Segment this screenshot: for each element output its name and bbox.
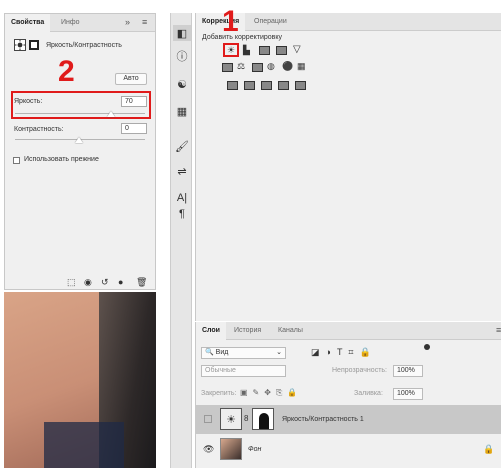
fill-input[interactable]: 100% bbox=[393, 388, 423, 400]
chevron-down-icon: ⌄ bbox=[276, 349, 282, 356]
contrast-slider-thumb[interactable] bbox=[75, 137, 83, 143]
reset-icon[interactable]: ↺ bbox=[101, 277, 109, 288]
opacity-input[interactable]: 100% bbox=[393, 365, 423, 377]
curves-icon[interactable] bbox=[259, 46, 270, 55]
vertical-toolbar: ◧ ⓘ ☯ ▦ 🖌 ⇌ A| ¶ bbox=[170, 13, 192, 468]
search-icon: 🔍 bbox=[205, 349, 214, 356]
hue-saturation-icon[interactable] bbox=[222, 63, 233, 72]
use-legacy-label: Использовать прежние bbox=[24, 156, 99, 163]
channel-mixer-icon[interactable]: ⚫ bbox=[282, 61, 293, 72]
filter-toggle-icon[interactable] bbox=[424, 344, 430, 350]
tab-info[interactable]: Инфо bbox=[55, 14, 86, 32]
clip-to-layer-icon[interactable]: ⬚ bbox=[67, 277, 76, 288]
link-icon[interactable]: 8 bbox=[244, 414, 248, 423]
tab-history[interactable]: История bbox=[228, 322, 267, 340]
fill-label: Заливка: bbox=[354, 390, 383, 397]
posterize-icon[interactable] bbox=[244, 81, 255, 90]
brush-tool-icon[interactable]: 🖌 bbox=[173, 138, 191, 154]
view-previous-state-icon[interactable]: ◉ bbox=[84, 277, 92, 288]
lock-icons[interactable]: ▣✎✥⎘🔒 bbox=[240, 388, 302, 398]
character-tool-icon[interactable]: A| bbox=[173, 190, 191, 206]
brightness-adjustment-icon bbox=[14, 39, 26, 51]
layers-panel: Слои История Каналы ≡ 🔍 Вид ⌄ ◪◑T⌗🔒 Обыч… bbox=[195, 322, 501, 468]
layer-filter-icons[interactable]: ◪◑T⌗🔒 bbox=[311, 347, 377, 358]
adjustment-thumbnail-icon: ☀ bbox=[220, 408, 242, 430]
annotation-number-1: 1 bbox=[222, 5, 239, 38]
brightness-slider-thumb[interactable] bbox=[107, 111, 115, 117]
layers-tab-bar: Слои История Каналы ≡ bbox=[196, 322, 501, 340]
layer-mask-thumbnail[interactable] bbox=[252, 408, 274, 430]
contrast-input[interactable]: 0 bbox=[121, 123, 147, 134]
canvas-photo[interactable] bbox=[4, 292, 156, 468]
lock-label: Закрепить: bbox=[201, 390, 237, 397]
adjustments-panel: Коррекция Операции 1 Добавить корректиро… bbox=[195, 7, 501, 321]
invert-icon[interactable] bbox=[227, 81, 238, 90]
photo-filter-icon[interactable]: ◍ bbox=[267, 61, 275, 72]
color-lookup-icon[interactable]: ▦ bbox=[297, 61, 306, 72]
gradient-map-icon[interactable] bbox=[278, 81, 289, 90]
threshold-icon[interactable] bbox=[261, 81, 272, 90]
contrast-label: Контрастность: bbox=[14, 126, 64, 133]
layer-name[interactable]: Яркость/Контрастность 1 bbox=[282, 416, 364, 423]
properties-tool-icon[interactable]: ◧ bbox=[173, 25, 191, 41]
adjustment-name: Яркость/Контрастность bbox=[46, 42, 122, 49]
brightness-input[interactable]: 70 bbox=[121, 96, 147, 107]
layer-mask-icon[interactable] bbox=[29, 40, 39, 50]
brightness-label: Яркость: bbox=[14, 98, 43, 105]
vibrance-icon[interactable]: ▽ bbox=[293, 44, 301, 55]
swatches-tool-icon[interactable]: ▦ bbox=[173, 103, 191, 119]
brightness-slider-track[interactable] bbox=[15, 113, 145, 114]
auto-button[interactable]: Авто bbox=[115, 73, 147, 85]
color-tool-icon[interactable]: ☯ bbox=[173, 76, 191, 92]
selective-color-icon[interactable] bbox=[295, 81, 306, 90]
eye-icon[interactable]: 👁 bbox=[203, 444, 214, 455]
visibility-icon[interactable]: ● bbox=[118, 277, 123, 287]
panel-menu-icon[interactable]: ≡ bbox=[142, 17, 147, 27]
collapse-icon[interactable]: » bbox=[125, 17, 130, 27]
tab-properties[interactable]: Свойства bbox=[5, 14, 51, 32]
delete-icon[interactable]: 🗑 bbox=[136, 277, 147, 288]
add-adjustment-header: Добавить корректировку bbox=[202, 34, 282, 41]
background-thumbnail bbox=[220, 438, 242, 460]
layer-name[interactable]: Фон bbox=[248, 446, 261, 453]
info-tool-icon[interactable]: ⓘ bbox=[173, 48, 191, 64]
properties-panel: Свойства Инфо » ≡ Яркость/Контрастность … bbox=[4, 13, 156, 290]
paragraph-tool-icon[interactable]: ¶ bbox=[173, 206, 191, 222]
layer-row-brightness[interactable]: ☀ 8 Яркость/Контрастность 1 bbox=[196, 405, 501, 434]
opacity-label: Непрозрачность: bbox=[332, 367, 387, 374]
visibility-toggle[interactable] bbox=[204, 415, 212, 423]
tab-layers[interactable]: Слои bbox=[196, 322, 226, 340]
adjustments-tab-bar: Коррекция Операции bbox=[196, 13, 501, 31]
layer-row-background[interactable]: 👁 Фон 🔒 bbox=[196, 435, 501, 464]
photo-clothing bbox=[44, 422, 124, 468]
brightness-contrast-icon[interactable]: ☀ bbox=[227, 45, 235, 56]
levels-icon[interactable]: ▙ bbox=[243, 45, 250, 56]
blend-mode-select[interactable]: Обычные bbox=[201, 365, 286, 377]
use-legacy-checkbox[interactable] bbox=[13, 157, 20, 164]
black-white-icon[interactable] bbox=[252, 63, 263, 72]
filter-kind-select[interactable]: 🔍 Вид ⌄ bbox=[201, 347, 286, 359]
filter-kind-value: Вид bbox=[215, 349, 229, 356]
color-balance-icon[interactable]: ⚖ bbox=[237, 61, 245, 72]
annotation-number-2: 2 bbox=[58, 55, 75, 88]
properties-tab-bar: Свойства Инфо » ≡ bbox=[5, 14, 155, 32]
lock-icon: 🔒 bbox=[483, 444, 495, 454]
adjustments-tool-icon[interactable]: ⇌ bbox=[173, 163, 191, 179]
tab-actions[interactable]: Операции bbox=[248, 13, 293, 31]
tab-channels[interactable]: Каналы bbox=[272, 322, 309, 340]
exposure-icon[interactable] bbox=[276, 46, 287, 55]
layers-menu-icon[interactable]: ≡ bbox=[496, 325, 501, 335]
